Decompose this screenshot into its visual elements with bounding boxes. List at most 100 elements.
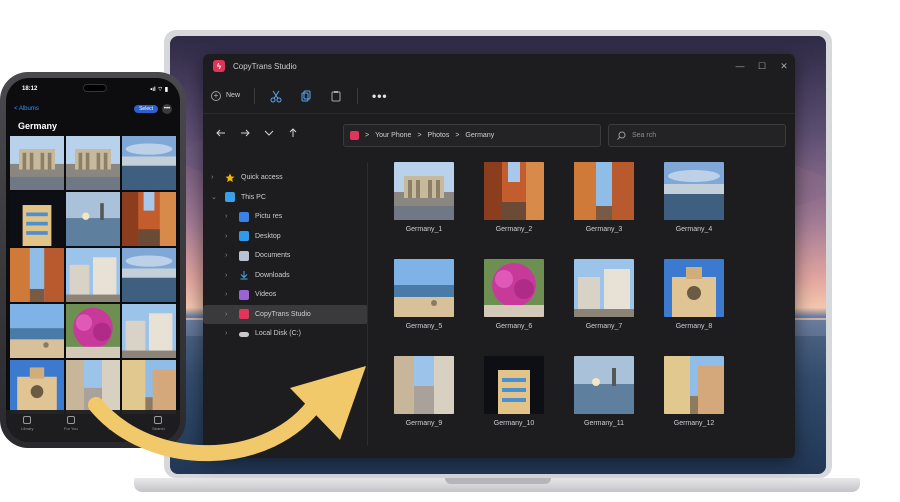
phone-photo-cell[interactable] bbox=[10, 192, 64, 246]
sidebar-item-documents[interactable]: › Documents bbox=[203, 246, 368, 266]
phone-more-button[interactable]: ••• bbox=[162, 104, 172, 114]
sidebar-item-copytrans-studio[interactable]: › CopyTrans Studio bbox=[203, 304, 368, 324]
status-icons: •ıl ⌔ ▮ bbox=[150, 87, 168, 93]
sidebar-item-downloads[interactable]: › Downloads bbox=[203, 266, 368, 286]
photo-thumbnail bbox=[574, 162, 634, 220]
phone-photo-cell[interactable] bbox=[122, 248, 176, 302]
phone-photo-cell[interactable] bbox=[10, 136, 64, 190]
forward-arrow-icon[interactable] bbox=[239, 127, 251, 139]
chevron-down-icon[interactable] bbox=[263, 127, 275, 139]
desktop-icon bbox=[239, 231, 249, 242]
photo-thumbnail bbox=[394, 356, 454, 414]
file-tile[interactable]: Germany_8 bbox=[663, 259, 725, 330]
file-tile[interactable]: Germany_4 bbox=[663, 162, 725, 233]
photo-thumbnail bbox=[664, 259, 724, 317]
breadcrumb-your-phone[interactable]: Your Phone bbox=[375, 132, 411, 139]
sidebar-item-pictu-res[interactable]: › Pictu res bbox=[203, 207, 368, 227]
address-bar[interactable]: > Your Phone > Photos > Germany bbox=[343, 124, 601, 147]
path-separator: > bbox=[417, 132, 422, 139]
search-icon bbox=[154, 415, 163, 424]
file-name: Germany_10 bbox=[493, 420, 535, 427]
maximize-button[interactable]: ☐ bbox=[751, 61, 773, 72]
phone-photo-cell[interactable] bbox=[66, 248, 120, 302]
phone-photo-cell[interactable] bbox=[66, 304, 120, 358]
phone-photo-cell[interactable] bbox=[122, 304, 176, 358]
minimize-button[interactable]: — bbox=[729, 61, 751, 72]
chevron-right-icon[interactable]: › bbox=[225, 272, 227, 279]
sidebar-item-this-pc[interactable]: ⌄ This PC bbox=[203, 188, 368, 208]
phone-photo-cell[interactable] bbox=[66, 360, 120, 414]
file-tile[interactable]: Germany_7 bbox=[573, 259, 635, 330]
chevron-right-icon[interactable]: › bbox=[225, 291, 227, 298]
chevron-down-icon[interactable]: ⌄ bbox=[211, 193, 217, 201]
tab-search[interactable]: Search bbox=[152, 415, 165, 431]
star-icon bbox=[225, 173, 235, 183]
albums-back-link[interactable]: < Albums bbox=[14, 106, 39, 112]
file-tile[interactable]: Germany_9 bbox=[393, 356, 455, 427]
file-name: Germany_4 bbox=[675, 226, 713, 233]
phone-photo-cell[interactable] bbox=[10, 360, 64, 414]
chevron-right-icon[interactable]: › bbox=[225, 330, 227, 337]
disk-icon bbox=[239, 331, 249, 337]
window-controls: — ☐ ✕ bbox=[729, 61, 795, 72]
file-tile[interactable]: Germany_6 bbox=[483, 259, 545, 330]
file-name: Germany_6 bbox=[495, 323, 533, 330]
file-tile[interactable]: Germany_12 bbox=[663, 356, 725, 427]
phone-photo-cell[interactable] bbox=[10, 304, 64, 358]
paste-icon[interactable] bbox=[329, 89, 343, 103]
sidebar-item-label: This PC bbox=[241, 193, 266, 201]
phone-photo-cell[interactable] bbox=[122, 360, 176, 414]
phone-time: 18:12 bbox=[22, 86, 38, 92]
close-button[interactable]: ✕ bbox=[773, 61, 795, 72]
tab-library[interactable]: Library bbox=[21, 415, 33, 431]
documents-icon bbox=[239, 250, 249, 261]
phone-photo-cell[interactable] bbox=[122, 192, 176, 246]
cut-icon[interactable] bbox=[269, 89, 283, 103]
file-tile[interactable]: Germany_2 bbox=[483, 162, 545, 233]
file-name: Germany_7 bbox=[585, 323, 623, 330]
file-tile[interactable]: Germany_10 bbox=[483, 356, 545, 427]
sidebar-item-label: Downloads bbox=[255, 271, 290, 279]
phone-photo-cell[interactable] bbox=[122, 136, 176, 190]
sidebar-item-videos[interactable]: › Videos bbox=[203, 285, 368, 305]
phone-photo-cell[interactable] bbox=[66, 192, 120, 246]
file-name: Germany_12 bbox=[673, 420, 715, 427]
up-arrow-icon[interactable] bbox=[287, 127, 299, 139]
tab-label: Search bbox=[152, 425, 165, 431]
more-options-button[interactable]: ••• bbox=[372, 89, 388, 103]
copy-icon[interactable] bbox=[299, 89, 313, 103]
photo-thumbnail bbox=[664, 162, 724, 220]
breadcrumb-photos[interactable]: Photos bbox=[428, 132, 450, 139]
pictures-icon bbox=[239, 211, 249, 222]
plus-icon: + bbox=[211, 90, 221, 101]
tab-label: Albums bbox=[108, 425, 122, 431]
file-tile[interactable]: Germany_11 bbox=[573, 356, 635, 427]
back-arrow-icon[interactable] bbox=[215, 127, 227, 139]
search-input[interactable]: Sea rch bbox=[608, 124, 786, 147]
sidebar-item-quick-access[interactable]: › Quick access bbox=[203, 168, 368, 188]
chevron-right-icon[interactable]: › bbox=[225, 233, 227, 240]
file-tile[interactable]: Germany_3 bbox=[573, 162, 635, 233]
sidebar-item-label: Desktop bbox=[255, 232, 281, 240]
tab-for-you[interactable]: For You bbox=[64, 415, 78, 431]
breadcrumb-germany[interactable]: Germany bbox=[465, 132, 494, 139]
tab-albums[interactable]: Albums bbox=[108, 415, 122, 431]
chevron-right-icon[interactable]: › bbox=[225, 311, 227, 318]
phone-tab-bar: Library For You Albums Search bbox=[6, 410, 180, 442]
file-tile[interactable]: Germany_1 bbox=[393, 162, 455, 233]
chevron-right-icon[interactable]: › bbox=[225, 213, 227, 220]
chevron-right-icon[interactable]: › bbox=[225, 252, 227, 259]
sidebar-item-label: Quick access bbox=[241, 174, 283, 182]
sidebar-item-label: Local Disk (C:) bbox=[255, 330, 301, 338]
path-separator: > bbox=[455, 132, 460, 139]
new-button[interactable]: + New bbox=[211, 90, 240, 101]
phone-photo-cell[interactable] bbox=[10, 248, 64, 302]
select-button[interactable]: Select bbox=[134, 105, 158, 113]
title-bar: ϟ CopyTrans Studio — ☐ ✕ bbox=[203, 54, 795, 78]
sidebar-item-label: CopyTrans Studio bbox=[255, 310, 311, 318]
chevron-right-icon[interactable]: › bbox=[211, 174, 213, 181]
phone-photo-cell[interactable] bbox=[66, 136, 120, 190]
sidebar-item-desktop[interactable]: › Desktop bbox=[203, 227, 368, 247]
sidebar-item-local-disk-c[interactable]: › Local Disk (C:) bbox=[203, 324, 368, 344]
file-tile[interactable]: Germany_5 bbox=[393, 259, 455, 330]
